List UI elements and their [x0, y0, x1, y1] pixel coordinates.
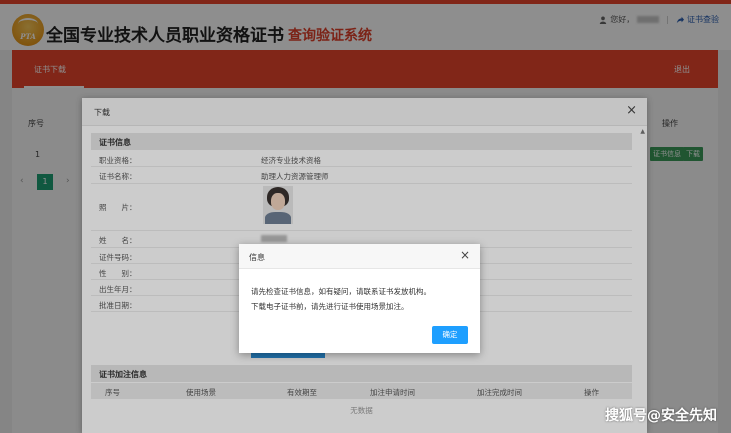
message-title: 信息: [249, 253, 265, 262]
message-header: 信息 ×: [239, 244, 480, 269]
confirm-button[interactable]: 确定: [432, 326, 468, 344]
message-line-2: 下载电子证书前，请先进行证书使用场景加注。: [251, 302, 409, 311]
watermark: 搜狐号@安全先知: [605, 408, 717, 424]
message-line-1: 请先检查证书信息，如有疑问，请联系证书发放机构。: [251, 287, 431, 296]
message-backdrop: [0, 0, 731, 433]
message-close-icon[interactable]: ×: [460, 248, 470, 262]
info-message-dialog: 信息 × 请先检查证书信息，如有疑问，请联系证书发放机构。 下载电子证书前，请先…: [239, 244, 480, 353]
